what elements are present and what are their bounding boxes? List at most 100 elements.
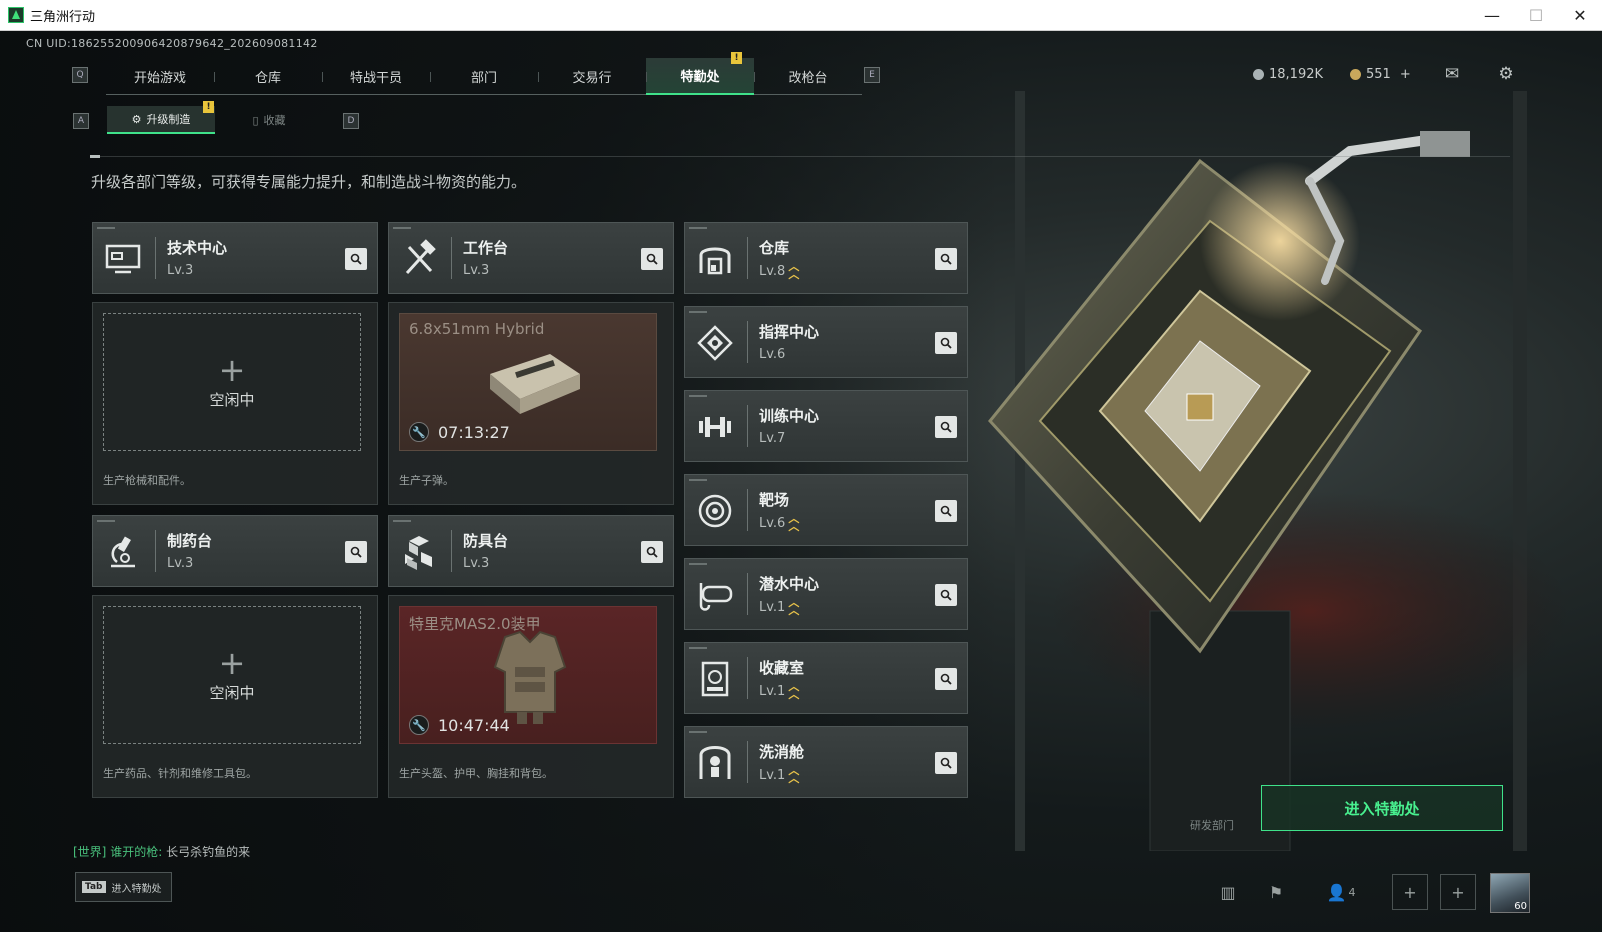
stats-chart-icon[interactable]: ▥ xyxy=(1210,874,1246,910)
settings-gear-icon[interactable]: ⚙ xyxy=(1495,64,1517,84)
app-icon xyxy=(8,7,24,23)
workbench-desc: 生产子弹。 xyxy=(399,474,454,487)
facility-level: Lv.6 xyxy=(759,347,785,362)
nav-prev-key[interactable]: Q xyxy=(72,67,88,83)
subtab-upgrade-craft[interactable]: ⚙ 升级制造 xyxy=(107,106,215,134)
facility-name: 收藏室 xyxy=(759,659,805,677)
facility-training-center[interactable]: 训练中心 Lv.7 xyxy=(684,390,968,462)
enter-special-ops-button[interactable]: 进入特勤处 xyxy=(1261,785,1503,831)
workbench-pharmacy[interactable]: 制药台 Lv.3 xyxy=(92,515,378,587)
idle-status: 空闲中 xyxy=(209,390,255,409)
card-separator xyxy=(747,657,748,699)
coin-icon xyxy=(1350,69,1361,80)
level-text: Lv.6 xyxy=(759,515,786,531)
ticket-amount: 18,192K xyxy=(1269,67,1324,82)
tab-department[interactable]: 部门 xyxy=(430,58,538,95)
tab-gunsmith[interactable]: 改枪台 xyxy=(754,58,862,95)
workbench-armor[interactable]: 防具台 Lv.3 xyxy=(388,515,674,587)
friends-count: 4 xyxy=(1348,885,1356,899)
production-slot[interactable]: 6.8x51mm Hybrid 🔧 07:13:27 xyxy=(399,313,657,451)
workbench-slot-pharmacy: + 空闲中 生产药品、针剂和维修工具包。 xyxy=(92,595,378,798)
subnav-next-key[interactable]: D xyxy=(343,113,359,129)
product-name: 6.8x51mm Hybrid xyxy=(409,320,545,338)
workbench-tech-center[interactable]: 技术中心 Lv.3 xyxy=(92,222,378,294)
card-corner-mark xyxy=(97,227,115,229)
search-icon[interactable] xyxy=(935,416,957,438)
tab-trading[interactable]: 交易行 xyxy=(538,58,646,95)
facility-level: Lv.8 ︿ ︿ xyxy=(759,261,799,280)
special-ops-scene xyxy=(988,91,1570,851)
search-icon[interactable] xyxy=(935,332,957,354)
tab-operators[interactable]: 特战干员 xyxy=(322,58,430,95)
friends-icon[interactable]: 👤 4 xyxy=(1318,874,1364,910)
facility-name: 靶场 xyxy=(759,491,790,509)
card-corner-mark xyxy=(689,731,707,733)
facility-shooting-range[interactable]: 靶场 Lv.6 ︿ ︿ xyxy=(684,474,968,546)
sub-nav: ⚙ 升级制造 ▯ 收藏 xyxy=(107,106,323,134)
search-icon[interactable] xyxy=(935,668,957,690)
card-separator xyxy=(155,237,156,279)
idle-slot[interactable]: + 空闲中 xyxy=(103,313,361,451)
facility-decontamination[interactable]: 洗消舱 Lv.1 ︿ ︿ xyxy=(684,726,968,798)
card-corner-mark xyxy=(689,311,707,313)
player-avatar[interactable]: 60 xyxy=(1490,873,1530,913)
production-slot[interactable]: 特里克MAS2.0装甲 🔧 10:47:44 xyxy=(399,606,657,744)
main-nav: 开始游戏 仓库 特战干员 部门 交易行 特勤处 改枪台 xyxy=(106,58,862,95)
facility-name: 洗消舱 xyxy=(759,743,805,761)
nav-next-key[interactable]: E xyxy=(864,67,880,83)
search-icon[interactable] xyxy=(641,248,663,270)
close-button[interactable]: ✕ xyxy=(1558,0,1602,31)
window-titlebar: 三角洲行动 — ☐ ✕ xyxy=(0,0,1602,31)
card-corner-mark xyxy=(393,227,411,229)
add-icon: + xyxy=(218,643,246,682)
decontamination-icon xyxy=(699,746,731,779)
dumbbell-icon xyxy=(699,417,731,437)
mail-icon[interactable]: ✉ xyxy=(1441,64,1463,84)
facility-collection-room[interactable]: 收藏室 Lv.1 ︿ ︿ xyxy=(684,642,968,714)
maximize-button[interactable]: ☐ xyxy=(1514,0,1558,31)
subtab-collection[interactable]: ▯ 收藏 xyxy=(215,106,323,134)
world-chat-line[interactable]: [世界] 谁开的枪: 长弓杀钓鱼的来 xyxy=(73,843,250,860)
search-icon[interactable] xyxy=(641,541,663,563)
add-slot-button[interactable]: + xyxy=(1392,874,1428,910)
search-icon[interactable] xyxy=(935,500,957,522)
level-text: Lv.7 xyxy=(759,431,786,446)
upgrade-available-icon: ︿ ︿ xyxy=(788,764,800,785)
cubes-icon xyxy=(405,536,432,570)
search-icon[interactable] xyxy=(935,584,957,606)
card-corner-mark xyxy=(689,227,707,229)
card-separator xyxy=(747,489,748,531)
tab-start-game[interactable]: 开始游戏 xyxy=(106,58,214,95)
search-icon[interactable] xyxy=(345,541,367,563)
add-coins-button[interactable]: + xyxy=(1400,67,1411,82)
facility-level: Lv.1 ︿ ︿ xyxy=(759,681,799,700)
facility-command-center[interactable]: 指挥中心 Lv.6 xyxy=(684,306,968,378)
idle-slot[interactable]: + 空闲中 xyxy=(103,606,361,744)
subnav-prev-key[interactable]: A xyxy=(73,113,89,129)
person-icon: 👤 xyxy=(1326,882,1347,902)
search-icon[interactable] xyxy=(345,248,367,270)
workbench-name: 技术中心 xyxy=(167,239,228,257)
tab-warehouse[interactable]: 仓库 xyxy=(214,58,322,95)
workbench-level: Lv.3 xyxy=(167,263,193,278)
search-icon[interactable] xyxy=(935,248,957,270)
card-corner-mark xyxy=(97,520,115,522)
search-icon[interactable] xyxy=(935,752,957,774)
facility-level: Lv.1 ︿ ︿ xyxy=(759,764,800,785)
craft-icon: ⚙ xyxy=(131,112,142,126)
facility-diving-center[interactable]: 潜水中心 Lv.1 ︿ ︿ xyxy=(684,558,968,630)
workbench-desc: 生产枪械和配件。 xyxy=(103,474,191,487)
level-text: Lv.3 xyxy=(167,556,194,571)
flag-icon[interactable]: ⚑ xyxy=(1258,874,1294,910)
level-text: Lv.1 xyxy=(759,683,786,699)
add-slot-button[interactable]: + xyxy=(1440,874,1476,910)
facility-warehouse[interactable]: 仓库 Lv.8 ︿ ︿ xyxy=(684,222,968,294)
facility-level: Lv.6 ︿ ︿ xyxy=(759,513,799,532)
minimize-button[interactable]: — xyxy=(1470,0,1514,31)
level-text: Lv.6 xyxy=(759,347,786,362)
tab-shortcut-hint[interactable]: Tab 进入特勤处 xyxy=(75,872,172,902)
tools-icon xyxy=(405,239,436,275)
workbench-workshop[interactable]: 工作台 Lv.3 xyxy=(388,222,674,294)
coin-balance[interactable]: 551 + xyxy=(1350,67,1411,82)
facility-name: 潜水中心 xyxy=(759,575,820,593)
